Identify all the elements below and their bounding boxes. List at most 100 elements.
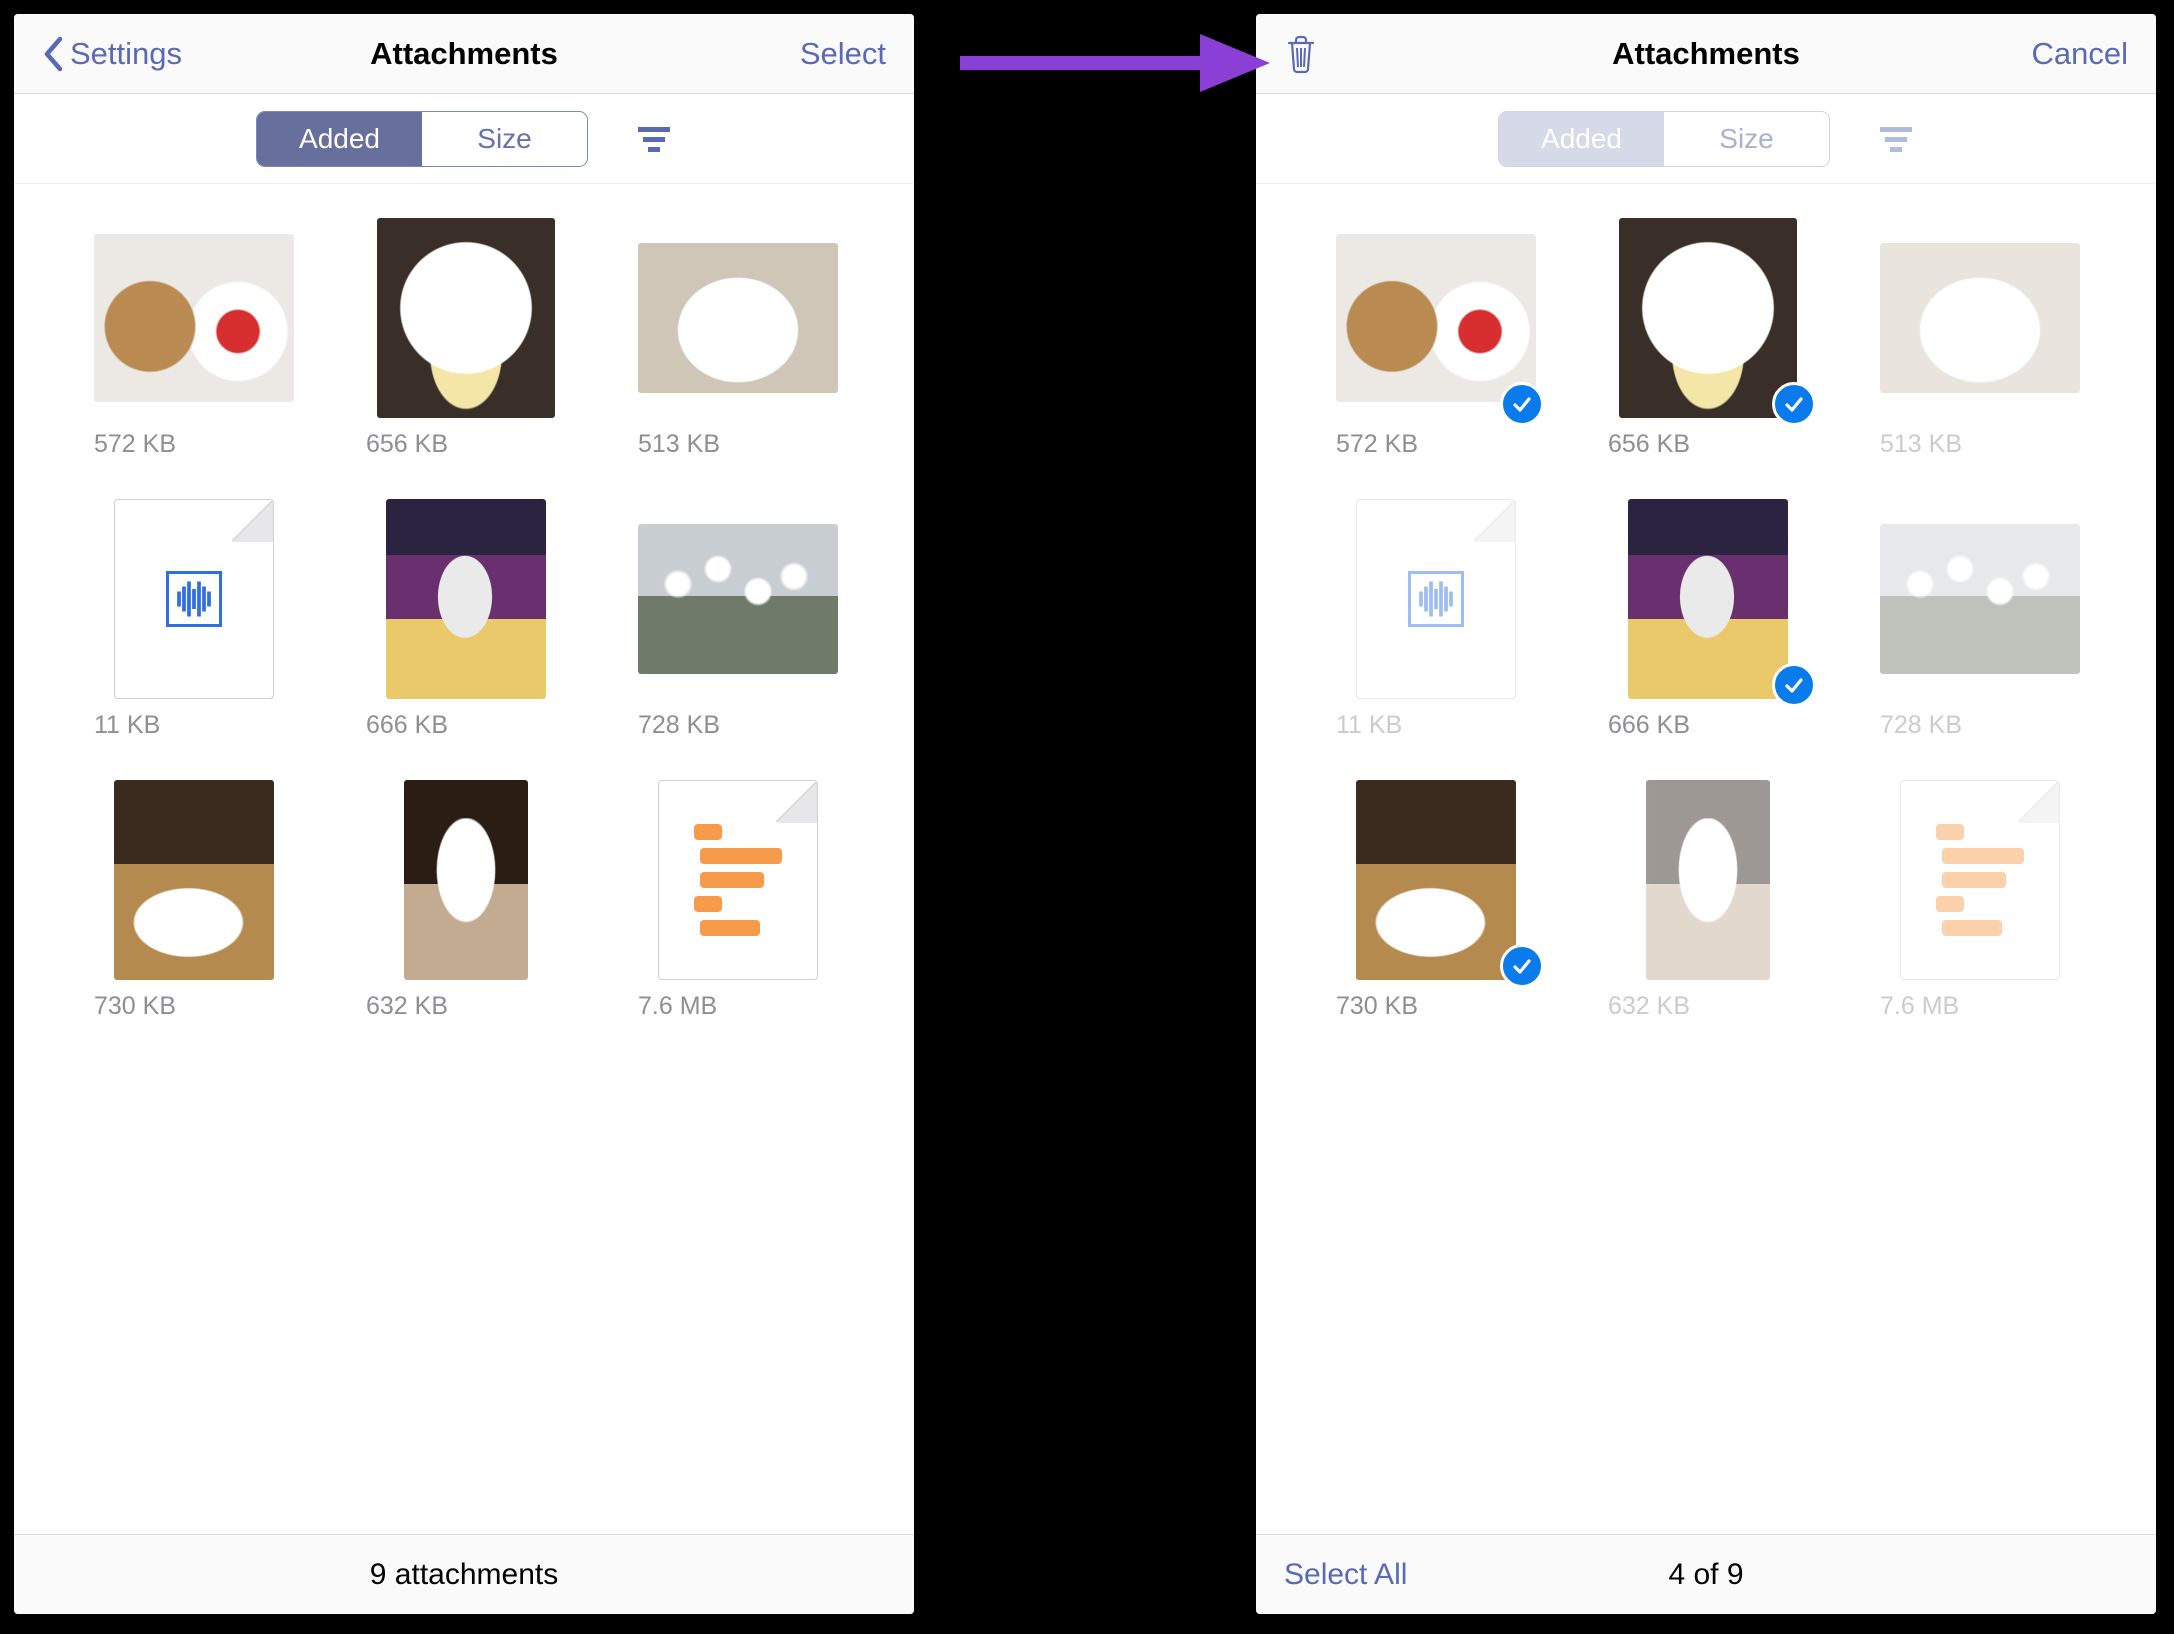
image-thumbnail (1880, 243, 2080, 393)
audio-file-icon (1356, 499, 1516, 699)
sort-filter-row: Added Size (14, 94, 914, 184)
select-label: Select (800, 36, 886, 72)
selected-checkmark-icon (1772, 382, 1816, 426)
filter-icon (1878, 124, 1914, 154)
sort-segmented-control: Added Size (1498, 111, 1830, 167)
attachment-item[interactable]: 11 KB (94, 499, 294, 740)
thumbnail[interactable] (1880, 780, 2080, 980)
thumbnail[interactable] (1336, 218, 1536, 418)
attachment-item[interactable]: 730 KB (94, 780, 294, 1021)
document-glyph (694, 824, 782, 936)
image-thumbnail (1336, 234, 1536, 402)
thumbnail[interactable] (1336, 499, 1536, 699)
segment-added: Added (1499, 112, 1664, 166)
phone-screen-browse: Settings Attachments Select Added Size 5… (14, 14, 914, 1614)
file-size-label: 632 KB (1608, 992, 1808, 1021)
attachment-item[interactable]: 730 KB (1336, 780, 1536, 1021)
file-size-label: 666 KB (1608, 711, 1808, 740)
thumbnail[interactable] (1608, 218, 1808, 418)
selected-checkmark-icon (1500, 382, 1544, 426)
thumbnail[interactable] (366, 499, 566, 699)
delete-button[interactable] (1284, 34, 1484, 74)
thumbnail[interactable] (366, 780, 566, 980)
thumbnail[interactable] (94, 780, 294, 980)
file-size-label: 728 KB (638, 711, 838, 740)
thumbnail[interactable] (94, 499, 294, 699)
select-all-button[interactable]: Select All (1284, 1558, 1407, 1592)
file-size-label: 11 KB (1336, 711, 1536, 740)
file-size-label: 513 KB (1880, 430, 2080, 459)
attachment-item[interactable]: 632 KB (366, 780, 566, 1021)
image-thumbnail (1646, 780, 1770, 980)
thumbnail[interactable] (638, 218, 838, 418)
file-size-label: 11 KB (94, 711, 294, 740)
attachment-item[interactable]: 656 KB (1608, 218, 1808, 459)
phone-screen-select-mode: Attachments Cancel Added Size 572 KB 656… (1256, 14, 2156, 1614)
nav-title: Attachments (1484, 36, 1928, 72)
attachment-item[interactable]: 7.6 MB (638, 780, 838, 1021)
footer: Select All 4 of 9 (1256, 1534, 2156, 1614)
audio-file-icon (114, 499, 274, 699)
attachment-item[interactable]: 572 KB (94, 218, 294, 459)
select-button[interactable]: Select (686, 36, 886, 72)
cancel-label: Cancel (2032, 36, 2129, 72)
attachment-item[interactable]: 7.6 MB (1880, 780, 2080, 1021)
footer: 9 attachments (14, 1534, 914, 1614)
selected-checkmark-icon (1772, 663, 1816, 707)
attachment-item[interactable]: 513 KB (638, 218, 838, 459)
navbar: Settings Attachments Select (14, 14, 914, 94)
file-size-label: 656 KB (366, 430, 566, 459)
thumbnail[interactable] (1336, 780, 1536, 980)
file-size-label: 656 KB (1608, 430, 1808, 459)
attachment-item[interactable]: 728 KB (638, 499, 838, 740)
image-thumbnail (1619, 218, 1797, 418)
audio-waveform-icon (166, 571, 222, 627)
thumbnail[interactable] (1608, 499, 1808, 699)
file-size-label: 730 KB (94, 992, 294, 1021)
thumbnail[interactable] (1608, 780, 1808, 980)
file-size-label: 7.6 MB (638, 992, 838, 1021)
selected-checkmark-icon (1500, 944, 1544, 988)
image-thumbnail (638, 524, 838, 674)
image-thumbnail (94, 234, 294, 402)
thumbnail[interactable] (366, 218, 566, 418)
attachments-grid: 572 KB 656 KB 513 KB 11 KB 666 KB 728 KB… (1336, 218, 2076, 1021)
thumbnail[interactable] (638, 780, 838, 980)
attachment-item[interactable]: 666 KB (1608, 499, 1808, 740)
file-size-label: 728 KB (1880, 711, 2080, 740)
annotation-arrow (950, 28, 1270, 98)
thumbnail[interactable] (638, 499, 838, 699)
segment-size[interactable]: Size (422, 112, 587, 166)
file-size-label: 666 KB (366, 711, 566, 740)
sort-segmented-control[interactable]: Added Size (256, 111, 588, 167)
chevron-left-icon (42, 36, 64, 72)
thumbnail[interactable] (1880, 218, 2080, 418)
back-label: Settings (70, 36, 182, 72)
filter-icon[interactable] (636, 124, 672, 154)
navbar: Attachments Cancel (1256, 14, 2156, 94)
footer-status: 4 of 9 (1668, 1558, 1743, 1592)
image-thumbnail (1628, 499, 1788, 699)
segment-added[interactable]: Added (257, 112, 422, 166)
footer-status: 9 attachments (370, 1558, 558, 1592)
attachment-item[interactable]: 572 KB (1336, 218, 1536, 459)
attachment-item[interactable]: 666 KB (366, 499, 566, 740)
back-button[interactable]: Settings (42, 36, 242, 72)
document-glyph (1936, 824, 2024, 936)
cancel-button[interactable]: Cancel (1928, 36, 2128, 72)
image-thumbnail (638, 243, 838, 393)
thumbnail[interactable] (94, 218, 294, 418)
image-thumbnail (1356, 780, 1516, 980)
thumbnail[interactable] (1880, 499, 2080, 699)
attachment-item[interactable]: 11 KB (1336, 499, 1536, 740)
image-thumbnail (1880, 524, 2080, 674)
attachment-item[interactable]: 728 KB (1880, 499, 2080, 740)
attachment-item[interactable]: 632 KB (1608, 780, 1808, 1021)
attachment-item[interactable]: 656 KB (366, 218, 566, 459)
image-thumbnail (386, 499, 546, 699)
file-size-label: 730 KB (1336, 992, 1536, 1021)
document-file-icon (1900, 780, 2060, 980)
image-thumbnail (377, 218, 555, 418)
attachment-item[interactable]: 513 KB (1880, 218, 2080, 459)
image-thumbnail (114, 780, 274, 980)
